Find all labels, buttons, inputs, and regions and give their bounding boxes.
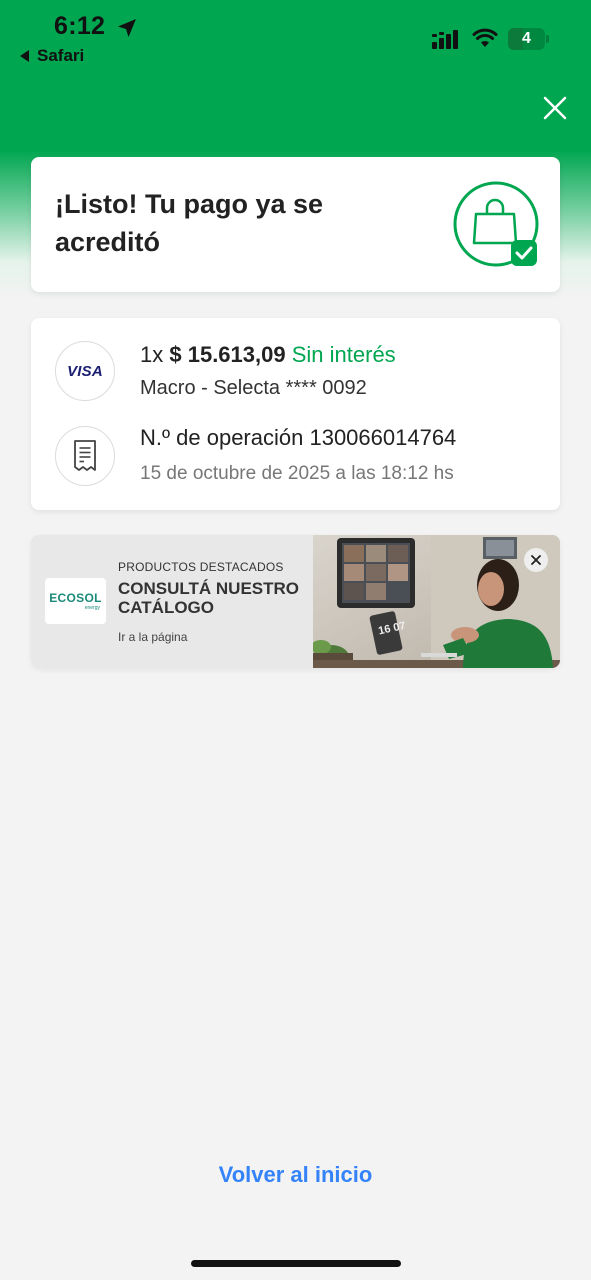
receipt-icon bbox=[55, 426, 115, 486]
success-title: ¡Listo! Tu pago ya se acreditó bbox=[55, 189, 324, 257]
payment-date: 15 de octubre de 2025 a las 18:12 hs bbox=[140, 463, 454, 484]
success-card: ¡Listo! Tu pago ya se acreditó bbox=[31, 157, 560, 292]
wifi-icon bbox=[472, 28, 498, 47]
payment-amount-line: 1x $ 15.613,09 Sin interés bbox=[140, 342, 396, 368]
ad-title: CONSULTÁ NUESTRO CATÁLOGO bbox=[118, 579, 300, 617]
back-to-home-link[interactable]: Volver al inicio bbox=[0, 1162, 591, 1188]
cellular-signal-icon bbox=[432, 30, 458, 49]
ecosol-logo: ECOSOL energy bbox=[45, 578, 106, 624]
status-time: 6:12 bbox=[54, 12, 106, 40]
ad-close-button[interactable] bbox=[524, 548, 548, 572]
receipt-glyph-icon bbox=[74, 440, 96, 471]
battery-cap bbox=[546, 35, 549, 43]
card-brand-label: VISA bbox=[67, 362, 103, 380]
payment-amount: $ 15.613,09 bbox=[169, 342, 286, 367]
back-app-label: Safari bbox=[37, 46, 85, 65]
home-indicator[interactable] bbox=[191, 1260, 401, 1267]
back-to-app-button[interactable]: Safari bbox=[20, 46, 84, 66]
logo-sub: energy bbox=[84, 605, 100, 611]
ad-eyebrow: PRODUCTOS DESTACADOS bbox=[118, 560, 284, 574]
battery-percent: 4 bbox=[522, 30, 531, 47]
ad-banner[interactable]: ECOSOL energy PRODUCTOS DESTACADOS CONSU… bbox=[31, 535, 560, 668]
payment-details-card: VISA 1x $ 15.613,09 Sin interés Macro - … bbox=[31, 318, 560, 510]
location-arrow-icon bbox=[118, 19, 136, 37]
card-detail: Macro - Selecta **** 0092 bbox=[140, 377, 367, 399]
interest-label: Sin interés bbox=[291, 342, 396, 367]
ad-photo-video-call: 16 07 bbox=[313, 535, 560, 668]
back-triangle-icon bbox=[20, 50, 29, 62]
shopping-bag-check-icon bbox=[453, 181, 539, 267]
battery-icon: 4 bbox=[508, 28, 550, 50]
operation-number: N.º de operación 130066014764 bbox=[140, 425, 457, 450]
visa-card-icon: VISA bbox=[55, 341, 115, 401]
installments: 1x bbox=[140, 342, 164, 367]
close-icon bbox=[531, 555, 541, 565]
close-icon[interactable] bbox=[540, 93, 570, 123]
payment-success-screen: 6:12 Safari 4 ¡Listo! Tu pago ya se acre… bbox=[0, 0, 591, 1280]
logo-brand: ECOSOL bbox=[49, 591, 102, 605]
ad-link[interactable]: Ir a la página bbox=[118, 630, 187, 644]
